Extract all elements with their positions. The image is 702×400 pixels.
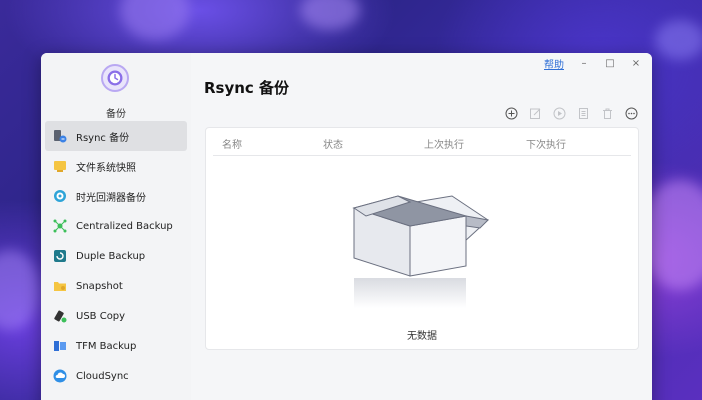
column-header-last-run[interactable]: 上次执行 xyxy=(424,136,464,151)
play-icon[interactable] xyxy=(553,107,566,120)
empty-box-illustration xyxy=(346,182,506,316)
column-header-name[interactable]: 名称 xyxy=(222,136,242,151)
background-bubble xyxy=(0,250,40,330)
sidebar-item-centralized-backup[interactable]: Centralized Backup xyxy=(45,211,187,241)
time-machine-icon xyxy=(53,189,67,203)
log-icon[interactable] xyxy=(577,107,590,120)
page-title: Rsync 备份 xyxy=(204,79,290,97)
snapshot-icon xyxy=(53,279,67,293)
toolbar xyxy=(505,107,638,120)
sidebar: 备份 Rsync 备份 文件系统快照 时光回溯器备份 Centralized B… xyxy=(41,53,191,400)
add-icon[interactable] xyxy=(505,107,518,120)
sidebar-item-label: Centralized Backup xyxy=(76,220,173,232)
edit-icon[interactable] xyxy=(529,107,542,120)
sidebar-item-label: TFM Backup xyxy=(76,340,137,352)
tfm-backup-icon xyxy=(53,339,67,353)
background-bubble xyxy=(120,0,190,40)
sidebar-item-rsync[interactable]: Rsync 备份 xyxy=(45,121,187,151)
sidebar-item-label: 文件系统快照 xyxy=(76,162,136,174)
backup-app-icon xyxy=(101,64,129,92)
usb-copy-icon xyxy=(53,309,67,323)
sidebar-item-cloudsync[interactable]: CloudSync xyxy=(45,361,187,391)
sidebar-item-time-machine[interactable]: 时光回溯器备份 xyxy=(45,181,187,211)
sidebar-item-duple-backup[interactable]: Duple Backup xyxy=(45,241,187,271)
sidebar-item-tfm-backup[interactable]: TFM Backup xyxy=(45,331,187,361)
snapshot-folder-icon xyxy=(53,159,67,173)
background-bubble xyxy=(300,0,360,30)
more-icon[interactable] xyxy=(625,107,638,120)
duple-backup-icon xyxy=(53,249,67,263)
help-link[interactable]: 帮助 xyxy=(544,56,564,71)
close-button[interactable]: × xyxy=(630,58,642,69)
table-header: 名称 状态 上次执行 下次执行 xyxy=(213,128,631,156)
sidebar-item-fs-snapshot[interactable]: 文件系统快照 xyxy=(45,151,187,181)
sidebar-item-snapshot[interactable]: Snapshot xyxy=(45,271,187,301)
delete-icon[interactable] xyxy=(601,107,614,120)
column-header-status[interactable]: 状态 xyxy=(323,136,343,151)
sidebar-item-label: Duple Backup xyxy=(76,250,146,262)
sidebar-item-label: Snapshot xyxy=(76,280,123,292)
sidebar-item-usb-copy[interactable]: USB Copy xyxy=(45,301,187,331)
app-window: 备份 Rsync 备份 文件系统快照 时光回溯器备份 Centralized B… xyxy=(41,53,652,400)
rsync-icon xyxy=(53,129,67,143)
sidebar-item-label: CloudSync xyxy=(76,370,129,382)
minimize-button[interactable]: – xyxy=(578,58,590,69)
sidebar-item-label: 时光回溯器备份 xyxy=(76,192,146,204)
sidebar-item-label: USB Copy xyxy=(76,310,126,322)
column-header-next-run[interactable]: 下次执行 xyxy=(526,136,566,151)
task-table-panel: 名称 状态 上次执行 下次执行 无数据 xyxy=(205,127,639,350)
background-bubble xyxy=(655,20,702,60)
main-content: 帮助 – □ × Rsync 备份 名称 状态 上次执行 下次执行 无数据 xyxy=(191,53,652,400)
sidebar-nav: Rsync 备份 文件系统快照 时光回溯器备份 Centralized Back… xyxy=(45,121,187,391)
centralized-backup-icon xyxy=(53,219,67,233)
app-title: 备份 xyxy=(106,109,126,120)
cloudsync-icon xyxy=(53,369,67,383)
window-controls: 帮助 – □ × xyxy=(544,56,642,71)
empty-state-text: 无数据 xyxy=(407,331,437,342)
sidebar-item-label: Rsync 备份 xyxy=(76,132,130,144)
maximize-button[interactable]: □ xyxy=(604,58,616,69)
